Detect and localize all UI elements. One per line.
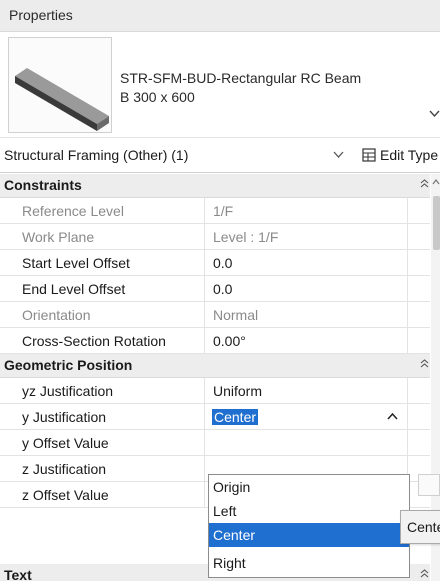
type-name-line2: B 300 x 600 bbox=[120, 89, 195, 105]
property-name: End Level Offset bbox=[0, 276, 205, 302]
property-value: Normal bbox=[206, 302, 408, 328]
group-label: Text bbox=[4, 567, 32, 581]
property-value-field[interactable]: Uniform bbox=[206, 378, 408, 404]
beam-preview-image bbox=[8, 37, 112, 133]
group-label: Geometric Position bbox=[4, 357, 133, 373]
tooltip: Center bbox=[400, 510, 440, 544]
tooltip-text: Center bbox=[407, 519, 440, 535]
property-name: Work Plane bbox=[0, 224, 205, 250]
property-row-cross-section-rotation[interactable]: Cross-Section Rotation 0.00° bbox=[0, 328, 430, 354]
chevron-down-icon[interactable] bbox=[429, 108, 440, 119]
property-value-field[interactable] bbox=[206, 430, 408, 456]
scrollbar-thumb[interactable] bbox=[433, 196, 440, 250]
dropdown-option-origin[interactable]: Origin bbox=[209, 475, 409, 499]
edit-type-icon[interactable] bbox=[362, 148, 376, 162]
group-label: Constraints bbox=[4, 177, 82, 193]
dropdown-option-right[interactable]: Right bbox=[209, 551, 409, 575]
side-button[interactable] bbox=[418, 474, 440, 496]
panel-title: Properties bbox=[9, 7, 73, 23]
property-row-reference-level: Reference Level 1/F bbox=[0, 198, 430, 224]
property-row-yz-justification[interactable]: yz Justification Uniform bbox=[0, 378, 430, 404]
property-row-orientation: Orientation Normal bbox=[0, 302, 430, 328]
property-value-field[interactable]: 0.0 bbox=[206, 250, 408, 276]
property-row-start-level-offset[interactable]: Start Level Offset 0.0 bbox=[0, 250, 430, 276]
property-row-work-plane: Work Plane Level : 1/F bbox=[0, 224, 430, 250]
property-name: yz Justification bbox=[0, 378, 205, 404]
property-name: y Offset Value bbox=[0, 430, 205, 456]
property-row-y-offset-value[interactable]: y Offset Value bbox=[0, 430, 430, 456]
type-selector[interactable]: STR-SFM-BUD-Rectangular RC Beam B 300 x … bbox=[0, 32, 440, 137]
dropdown-option-center[interactable]: Center bbox=[209, 523, 409, 547]
property-value: 1/F bbox=[206, 198, 408, 224]
property-value: Level : 1/F bbox=[206, 224, 408, 250]
group-constraints[interactable]: Constraints bbox=[0, 174, 430, 198]
property-name: Orientation bbox=[0, 302, 205, 328]
collapse-icon[interactable] bbox=[420, 359, 429, 369]
property-name: z Justification bbox=[0, 456, 205, 482]
type-name-line1: STR-SFM-BUD-Rectangular RC Beam bbox=[120, 70, 362, 86]
property-name: Reference Level bbox=[0, 198, 205, 224]
edit-type-button[interactable]: Edit Type bbox=[380, 147, 438, 163]
group-geometric-position[interactable]: Geometric Position bbox=[0, 354, 430, 378]
y-justification-select[interactable]: Center bbox=[206, 404, 408, 430]
properties-titlebar: Properties bbox=[0, 0, 440, 32]
selected-value: Center bbox=[212, 409, 259, 425]
collapse-icon[interactable] bbox=[420, 569, 429, 579]
property-value-field[interactable]: 0.0 bbox=[206, 276, 408, 302]
property-value-field[interactable]: 0.00° bbox=[206, 328, 408, 354]
property-name: Cross-Section Rotation bbox=[0, 328, 205, 354]
property-name: Start Level Offset bbox=[0, 250, 205, 276]
category-filter-dropdown[interactable]: Structural Framing (Other) (1) bbox=[4, 147, 188, 163]
justification-dropdown-list[interactable]: Origin Left Center Right bbox=[208, 474, 410, 578]
property-row-end-level-offset[interactable]: End Level Offset 0.0 bbox=[0, 276, 430, 302]
type-name: STR-SFM-BUD-Rectangular RC Beam B 300 x … bbox=[120, 69, 361, 107]
dropdown-option-left[interactable]: Left bbox=[209, 499, 409, 523]
chevron-up-icon[interactable] bbox=[387, 412, 398, 422]
property-name: z Offset Value bbox=[0, 482, 205, 508]
chevron-down-icon[interactable] bbox=[333, 149, 344, 160]
scroll-up-icon[interactable] bbox=[432, 178, 440, 186]
category-filter-bar: Structural Framing (Other) (1) Edit Type bbox=[0, 137, 440, 173]
property-name: y Justification bbox=[0, 404, 205, 430]
collapse-icon[interactable] bbox=[420, 179, 429, 189]
property-row-y-justification[interactable]: y Justification Center bbox=[0, 404, 430, 430]
